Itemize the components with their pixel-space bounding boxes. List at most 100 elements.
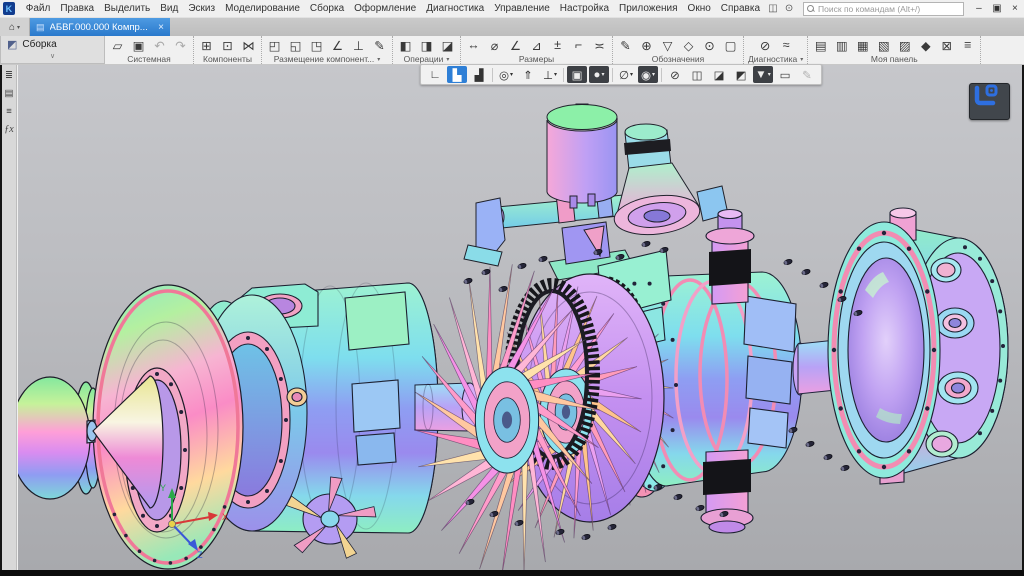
datum-icon[interactable]: ⌐ [568, 36, 589, 54]
undo-icon[interactable]: ↶ [149, 36, 170, 54]
chevron-down-icon[interactable]: ▾ [446, 56, 449, 63]
ribbon-group-5: ✎⊕▽◇⊙▢Обозначения [613, 36, 744, 64]
parameters-panel-icon[interactable]: ▤ [3, 86, 16, 100]
visibility-icon[interactable]: ◉▾ [638, 66, 658, 83]
app-logo-icon: K [3, 2, 15, 15]
menu-item-5[interactable]: Моделирование [220, 0, 305, 18]
close-button[interactable]: × [1006, 0, 1024, 18]
zoom-fit-icon[interactable]: ⇑ [518, 66, 538, 83]
chevron-down-icon[interactable]: ▾ [800, 56, 803, 63]
clip-section-icon[interactable]: ⊘ [665, 66, 685, 83]
display-mode-icon[interactable]: ●▾ [589, 66, 609, 83]
menu-item-13[interactable]: Справка [716, 0, 765, 18]
menu-item-8[interactable]: Диагностика [421, 0, 489, 18]
menu-item-4[interactable]: Эскиз [183, 0, 220, 18]
hole-operation-icon[interactable]: ◪ [437, 36, 458, 54]
radial-dimension-icon[interactable]: ⊿ [526, 36, 547, 54]
menu-item-7[interactable]: Оформление [349, 0, 421, 18]
save-icon[interactable]: ▣ [128, 36, 149, 54]
frame-select-icon[interactable]: ▭ [775, 66, 795, 83]
axis-x-label: X [222, 512, 228, 522]
marker-icon[interactable]: ◇ [678, 36, 699, 54]
menu-item-1[interactable]: Правка [55, 0, 99, 18]
title-menu-bar: K ФайлПравкаВыделитьВидЭскизМоделировани… [0, 0, 1024, 18]
custom-tool-8-icon[interactable]: ≡ [957, 36, 978, 54]
weld-symbol-icon[interactable]: ⊕ [636, 36, 657, 54]
search-input[interactable] [818, 4, 963, 14]
3d-viewport[interactable]: Y X Z [18, 65, 1022, 570]
hide-objects-icon[interactable]: ∅▾ [616, 66, 636, 83]
section-hatch-icon[interactable]: ◩ [731, 66, 751, 83]
custom-tool-2-icon[interactable]: ▥ [831, 36, 852, 54]
chain-dimension-icon[interactable]: ≍ [589, 36, 610, 54]
frame-note-icon[interactable]: ▢ [720, 36, 741, 54]
diameter-dimension-icon[interactable]: ⌀ [484, 36, 505, 54]
design-tree-panel-icon[interactable]: ≣ [3, 68, 16, 82]
angle-dimension-icon[interactable]: ∠ [505, 36, 526, 54]
engine-exploded-model: Y X Z [18, 65, 1022, 570]
menu-item-6[interactable]: Сборка [305, 0, 349, 18]
menu-item-9[interactable]: Управление [489, 0, 555, 18]
rotate-component-icon[interactable]: ◱ [285, 36, 306, 54]
measure-icon[interactable]: ≈ [776, 36, 797, 54]
menu-item-0[interactable]: Файл [21, 0, 56, 18]
note-icon[interactable]: ✎ [615, 36, 636, 54]
check-intersections-icon[interactable]: ⊘ [755, 36, 776, 54]
position-icon[interactable]: ⊙ [699, 36, 720, 54]
zoom-icon[interactable]: ◎▾ [496, 66, 516, 83]
parallel-mate-icon[interactable]: ⊥ [348, 36, 369, 54]
tree-layout-icon[interactable]: ▟ [469, 66, 489, 83]
custom-tool-7-icon[interactable]: ⊠ [936, 36, 957, 54]
custom-tool-4-icon[interactable]: ▧ [873, 36, 894, 54]
orientation-icon[interactable]: ⊥▾ [540, 66, 560, 83]
move-component-icon[interactable]: ◰ [264, 36, 285, 54]
cut-operation-icon[interactable]: ◨ [416, 36, 437, 54]
window-layout-icon[interactable]: ◫ [765, 3, 781, 14]
layers-panel-icon[interactable]: ≡ [3, 104, 16, 118]
screenshot-icon[interactable]: ⊙ [781, 3, 797, 14]
assembly-icon: ◩ [7, 38, 17, 51]
component-view-icon[interactable]: ◪ [709, 66, 729, 83]
variables-panel-icon[interactable]: ƒx [3, 122, 16, 136]
menu-item-11[interactable]: Приложения [614, 0, 683, 18]
coincident-mate-icon[interactable]: ∠ [327, 36, 348, 54]
menu-item-12[interactable]: Окно [683, 0, 716, 18]
mate-components-icon[interactable]: ⋈ [238, 36, 259, 54]
home-button[interactable]: ⌂ ▾ [0, 18, 30, 36]
menu-item-3[interactable]: Вид [155, 0, 183, 18]
tab-close-icon[interactable]: × [158, 22, 164, 33]
redo-icon[interactable]: ↷ [170, 36, 191, 54]
mode-selector[interactable]: ◩ Сборка ∨ [0, 36, 105, 64]
search-icon [807, 5, 815, 13]
design-tree-toggle-button[interactable] [969, 83, 1010, 120]
chevron-down-icon: ▾ [652, 71, 655, 78]
ribbon-group-label: Размеры [519, 54, 554, 64]
custom-tool-3-icon[interactable]: ▦ [852, 36, 873, 54]
custom-tool-1-icon[interactable]: ▤ [810, 36, 831, 54]
place-component-icon[interactable]: ◳ [306, 36, 327, 54]
tolerance-icon[interactable]: ± [547, 36, 568, 54]
chevron-down-icon[interactable]: ▾ [377, 56, 380, 63]
filter-icon[interactable]: ▼▾ [753, 66, 773, 83]
active-document-tab[interactable]: ▤ АБВГ.000.000 Компр... × [30, 18, 170, 36]
boss-operation-icon[interactable]: ◧ [395, 36, 416, 54]
minimize-button[interactable]: – [970, 0, 988, 18]
design-tree-icon[interactable]: ▙ [447, 66, 467, 83]
menu-item-10[interactable]: Настройка [555, 0, 614, 18]
window-view-icon[interactable]: ◫ [687, 66, 707, 83]
custom-tool-6-icon[interactable]: ◆ [915, 36, 936, 54]
restore-button[interactable]: ▣ [988, 0, 1006, 18]
command-search[interactable] [803, 2, 964, 16]
menu-item-2[interactable]: Выделить [99, 0, 155, 18]
open-document-icon[interactable]: ▱ [107, 36, 128, 54]
edit-place-icon[interactable]: ✎ [369, 36, 390, 54]
pick-style-icon[interactable]: ✎ [797, 66, 817, 83]
linear-dimension-icon[interactable]: ↔ [463, 36, 484, 54]
surface-finish-icon[interactable]: ▽ [657, 36, 678, 54]
home-icon: ⌂ [9, 22, 15, 33]
view-cube-icon[interactable]: ▣ [567, 66, 587, 83]
create-component-icon[interactable]: ⊡ [217, 36, 238, 54]
add-component-icon[interactable]: ⊞ [196, 36, 217, 54]
constraints-icon[interactable]: ∟ [425, 66, 445, 83]
custom-tool-5-icon[interactable]: ▨ [894, 36, 915, 54]
